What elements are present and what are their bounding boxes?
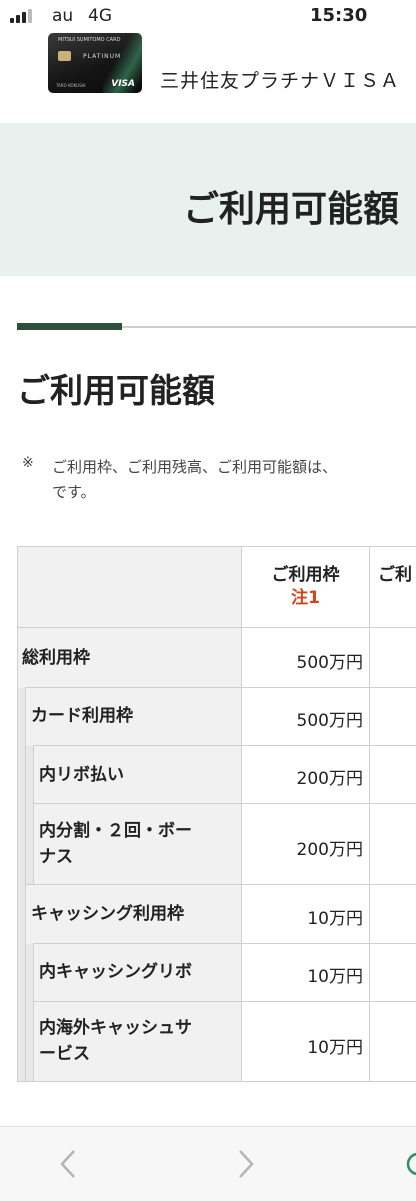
signal-strength-icon bbox=[10, 9, 32, 23]
section-accent-bar bbox=[17, 323, 122, 330]
row-value-revolving: 200万円 bbox=[296, 769, 363, 789]
chevron-left-icon[interactable] bbox=[58, 1148, 78, 1180]
row-value-total: 500万円 bbox=[296, 653, 363, 673]
visa-logo: VISA bbox=[111, 79, 135, 89]
row-label-overseas-cash: 内海外キャッシュサ ービス bbox=[39, 1018, 192, 1064]
row-label-card: カード利用枠 bbox=[31, 706, 133, 726]
row-value-overseas-cash: 10万円 bbox=[307, 1038, 363, 1058]
row-label-total: 総利用枠 bbox=[22, 648, 90, 668]
chevron-right-icon[interactable] bbox=[236, 1148, 256, 1180]
row-value-installment: 200万円 bbox=[296, 840, 363, 860]
section-heading: ご利用可能額 bbox=[17, 371, 215, 410]
network-type: 4G bbox=[88, 6, 112, 26]
credit-card-image: MITSUI SUMITOMO CARD PLATINUM TARO KOKUS… bbox=[48, 33, 142, 93]
row-label-revolving: 内リボ払い bbox=[39, 765, 124, 785]
row-label-installment: 内分割・２回・ボー ナス bbox=[39, 821, 192, 867]
note-link[interactable]: 注1 bbox=[242, 587, 369, 610]
row-label-cashing: キャッシング利用枠 bbox=[31, 904, 184, 924]
table-corner-cell bbox=[18, 547, 241, 627]
card-chip-icon bbox=[58, 51, 71, 61]
status-bar: au 4G 15:30 bbox=[0, 0, 416, 34]
note-text: ご利用枠、ご利用残高、ご利用可能額は、 です。 bbox=[52, 458, 338, 501]
note-mark: ※ bbox=[22, 455, 34, 471]
column-header-limit: ご利用枠 注1 bbox=[242, 564, 369, 610]
row-value-card: 500万円 bbox=[296, 711, 363, 731]
row-value-cashing: 10万円 bbox=[307, 909, 363, 929]
banner-title: ご利用可能額 bbox=[183, 189, 400, 230]
share-circle-icon[interactable] bbox=[406, 1152, 416, 1176]
carrier-name: au bbox=[52, 6, 74, 26]
row-label-cashing-revolving: 内キャッシングリボ bbox=[39, 962, 192, 982]
status-time: 15:30 bbox=[310, 5, 368, 26]
row-value-cashing-revolving: 10万円 bbox=[307, 967, 363, 987]
card-name-title: 三井住友プラチナＶＩＳＡ bbox=[160, 70, 401, 92]
column-header-usage: ご利 bbox=[378, 565, 412, 585]
